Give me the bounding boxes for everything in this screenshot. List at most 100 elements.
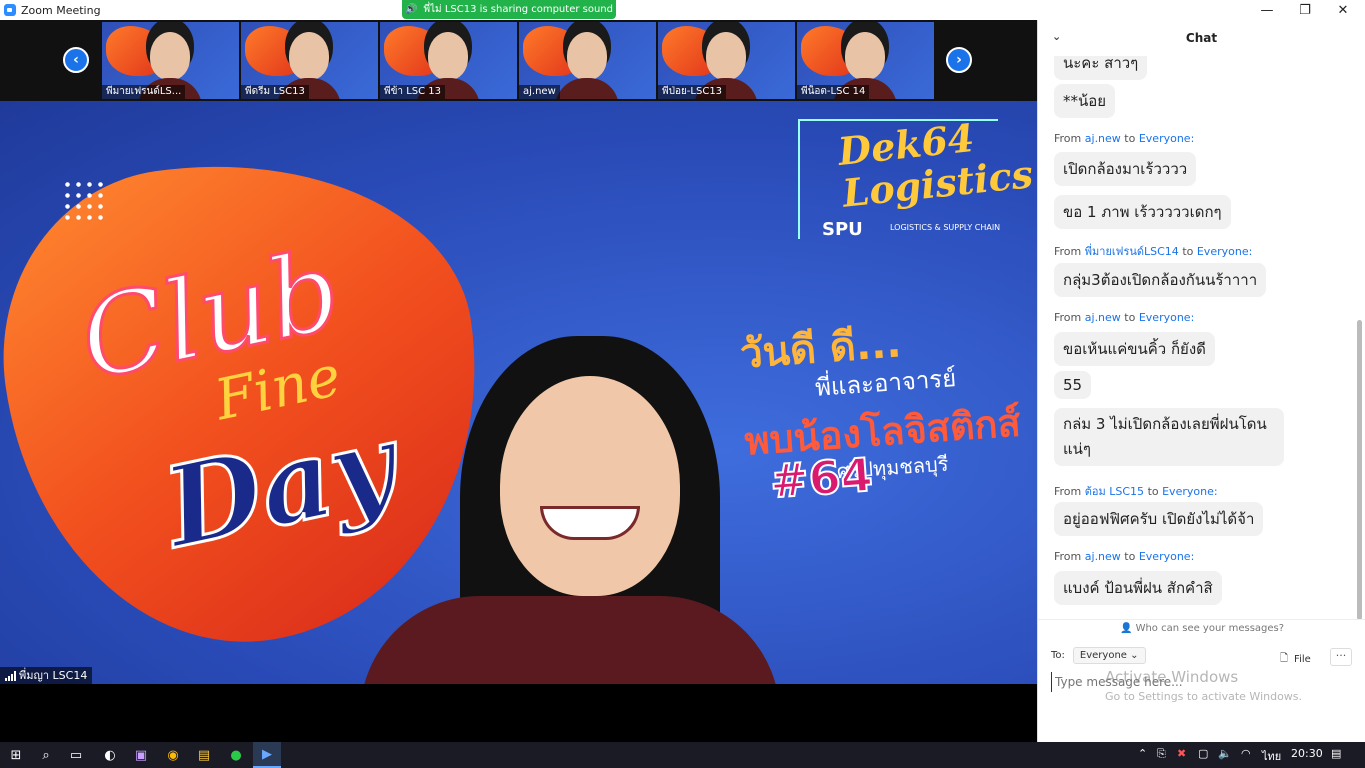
- participant-thumbnail[interactable]: พี่ป่อย-LSC13: [658, 22, 795, 99]
- who-can-see-text: Who can see your messages?: [1135, 623, 1285, 634]
- thumb-face: [289, 32, 329, 80]
- to-word: to: [1124, 550, 1136, 563]
- chat-recipient[interactable]: Everyone:: [1162, 485, 1217, 498]
- chat-sender[interactable]: aj.new: [1085, 550, 1121, 563]
- participant-name: aj.new: [519, 85, 560, 99]
- security-icon[interactable]: ✖: [1177, 747, 1186, 760]
- speaker-name-label: พี่มญา LSC14: [0, 667, 93, 684]
- to-word: to: [1124, 132, 1136, 145]
- task-view-icon[interactable]: ▭: [67, 746, 85, 764]
- chat-recipient[interactable]: Everyone:: [1139, 132, 1194, 145]
- next-page-button[interactable]: ›: [946, 47, 972, 73]
- search-icon[interactable]: ⌕: [37, 746, 55, 764]
- to-word: to: [1124, 311, 1136, 324]
- chat-sender[interactable]: พี่มายเฟรนด์LSC14: [1085, 245, 1179, 258]
- chat-sender-line: From aj.new to Everyone:: [1054, 311, 1194, 324]
- network-device-icon[interactable]: ⎘: [1157, 747, 1166, 761]
- restore-button[interactable]: ❐: [1286, 0, 1324, 20]
- line-app-icon[interactable]: ●: [227, 746, 245, 764]
- to-label: To:: [1051, 650, 1065, 661]
- windows-taskbar: ⊞ ⌕ ▭ ◐ ▣ ◉ ▤ ● ▶ ⌃ ⎘ ✖ ▢ 🔈 ◠ ไทย 20:30 …: [0, 742, 1365, 768]
- participant-thumbnail[interactable]: พี่มายเฟรนด์LS...: [102, 22, 239, 99]
- chat-message: เปิดกล้องมาเร้วววว: [1054, 152, 1197, 186]
- wifi-icon[interactable]: ◠: [1241, 747, 1251, 760]
- windows-start-icon[interactable]: ⊞: [7, 746, 25, 764]
- active-speaker-video[interactable]: Club Fine Day Dek64 Logistics SPU LOGIST…: [0, 101, 1037, 684]
- more-options-button[interactable]: ···: [1330, 648, 1352, 666]
- video-stage: ‹ พี่มายเฟรนด์LS... พี่ดรีม LSC13 พี่ข้า…: [0, 20, 1037, 742]
- chat-message: **น้อย: [1054, 84, 1116, 118]
- chrome-icon[interactable]: ◉: [164, 746, 182, 764]
- chat-sender-line: From ต้อม LSC15 to Everyone:: [1054, 482, 1218, 500]
- participant-thumbnail[interactable]: พี่น็อต-LSC 14: [797, 22, 934, 99]
- clock[interactable]: 20:30: [1291, 747, 1323, 760]
- chat-scrollbar[interactable]: [1357, 58, 1362, 620]
- participant-name: พี่น็อต-LSC 14: [797, 85, 870, 99]
- participant-name: พี่มายเฟรนด์LS...: [102, 85, 186, 99]
- chat-sender[interactable]: ต้อม LSC15: [1085, 485, 1144, 498]
- activate-windows-subtitle: Go to Settings to activate Windows.: [1105, 690, 1303, 703]
- thumb-body: [555, 78, 619, 99]
- chevron-up-icon[interactable]: ⌃: [1138, 747, 1147, 760]
- participant-thumbnail[interactable]: aj.new: [519, 22, 656, 99]
- file-button[interactable]: 🗋 File: [1280, 651, 1311, 668]
- bg-number-text: #64: [767, 446, 875, 509]
- from-word: From: [1054, 485, 1082, 498]
- who-can-see-link[interactable]: 👤 Who can see your messages?: [1038, 619, 1365, 637]
- from-word: From: [1054, 245, 1082, 258]
- zoom-screen: Zoom Meeting 🔊 พี่ไม่ LSC13 is sharing c…: [0, 0, 1365, 768]
- thumbnail-strip: ‹ พี่มายเฟรนด์LS... พี่ดรีม LSC13 พี่ข้า…: [0, 20, 1037, 101]
- thumb-face: [845, 32, 885, 80]
- participant-name: พี่ข้า LSC 13: [380, 85, 446, 99]
- recipient-dropdown[interactable]: Everyone ⌄: [1072, 647, 1146, 664]
- chevron-down-icon[interactable]: ⌄: [1052, 30, 1061, 43]
- chat-panel: ⌄ Chat นะคะ สาวๆ **น้อย From aj.new to E…: [1037, 20, 1365, 742]
- minimize-button[interactable]: —: [1248, 0, 1286, 20]
- chat-sender-line: From aj.new to Everyone:: [1054, 550, 1194, 563]
- participant-thumbnail[interactable]: พี่ข้า LSC 13: [380, 22, 517, 99]
- notification-icon[interactable]: ▤: [1331, 747, 1341, 760]
- chat-message: กลุ่ม3ต้องเปิดกล้องกันนร้าาาา: [1054, 263, 1267, 297]
- participant-thumbnail[interactable]: พี่ดรีม LSC13: [241, 22, 378, 99]
- speaker-sound-icon: 🔊: [404, 4, 418, 15]
- participant-name: พี่ดรีม LSC13: [241, 85, 309, 99]
- premiere-icon[interactable]: ▣: [132, 746, 150, 764]
- sharing-sound-text: พี่ไม่ LSC13 is sharing computer sound: [423, 4, 613, 15]
- chat-recipient[interactable]: Everyone:: [1139, 550, 1194, 563]
- volume-icon[interactable]: 🔈: [1218, 747, 1232, 760]
- chat-recipient[interactable]: Everyone:: [1197, 245, 1252, 258]
- language-indicator[interactable]: ไทย: [1262, 747, 1281, 765]
- activate-windows-title: Activate Windows: [1105, 668, 1239, 686]
- sharing-sound-banner[interactable]: 🔊 พี่ไม่ LSC13 is sharing computer sound: [402, 0, 616, 19]
- display-icon[interactable]: ▢: [1198, 747, 1208, 760]
- from-word: From: [1054, 311, 1082, 324]
- people-icon: 👤: [1119, 623, 1133, 634]
- file-explorer-icon[interactable]: ▤: [195, 746, 213, 764]
- background-dot-pattern: [62, 179, 108, 225]
- prev-page-button[interactable]: ‹: [63, 47, 89, 73]
- chat-message: 55: [1054, 371, 1092, 399]
- speaker-name-text: พี่มญา LSC14: [19, 669, 88, 682]
- participant-name: พี่ป่อย-LSC13: [658, 85, 727, 99]
- recipient-row: To: Everyone ⌄: [1051, 647, 1146, 664]
- to-word: to: [1182, 245, 1194, 258]
- zoom-taskbar-icon[interactable]: ▶: [253, 742, 281, 768]
- speaker-person: [360, 336, 780, 684]
- chat-scrollbar-thumb[interactable]: [1357, 320, 1362, 620]
- chat-message: กล่ม 3 ไม่เปิดกล้องเลยพี่ฝนโดนแน่ๆ: [1054, 408, 1284, 466]
- close-button[interactable]: ✕: [1324, 0, 1362, 20]
- thumb-face: [428, 32, 468, 80]
- chat-sender[interactable]: aj.new: [1085, 311, 1121, 324]
- chat-message: นะคะ สาวๆ: [1054, 56, 1148, 80]
- chat-message: แบงค์ ป้อนพี่ฝน สักคำสิ: [1054, 571, 1222, 605]
- chevron-down-icon: ⌄: [1130, 650, 1139, 661]
- chat-sender[interactable]: aj.new: [1085, 132, 1121, 145]
- window-title: Zoom Meeting: [21, 3, 101, 17]
- chat-header: ⌄ Chat: [1038, 20, 1365, 56]
- file-icon: 🗋: [1280, 653, 1289, 664]
- app-icon[interactable]: ◐: [101, 746, 119, 764]
- chat-recipient[interactable]: Everyone:: [1139, 311, 1194, 324]
- file-label: File: [1294, 654, 1311, 665]
- chat-message-list[interactable]: นะคะ สาวๆ **น้อย From aj.new to Everyone…: [1038, 56, 1365, 616]
- chat-message: อยู่ออฟฟิศครับ เปิดยังไม่ได้จ้า: [1054, 502, 1264, 536]
